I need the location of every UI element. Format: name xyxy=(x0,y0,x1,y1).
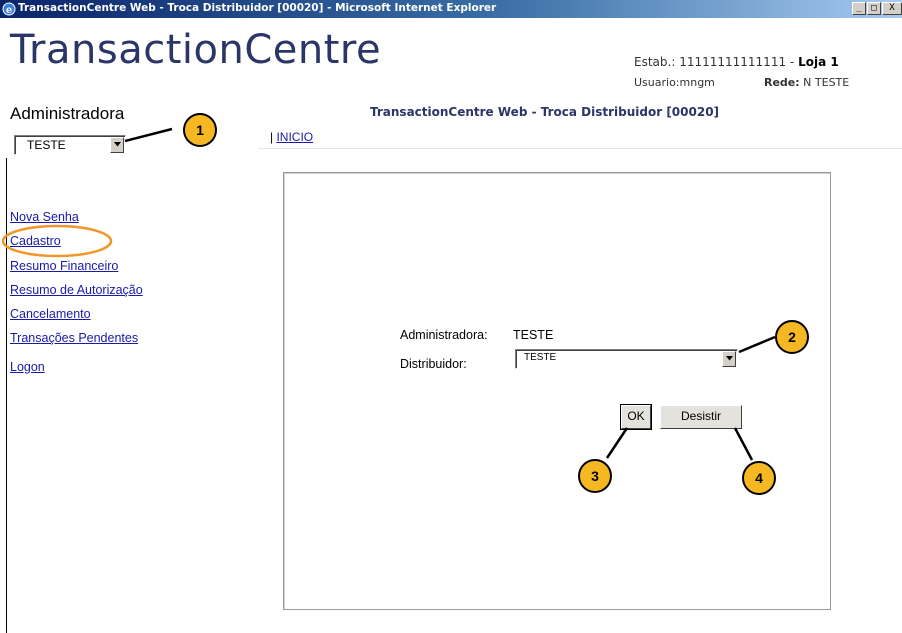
callout-3-pointer xyxy=(605,427,629,459)
callout-4: 4 xyxy=(742,461,776,495)
cadastro-highlight-ring xyxy=(1,224,113,258)
annotation-overlay xyxy=(1,127,776,461)
callout-1-pointer xyxy=(124,127,173,143)
callout-1: 1 xyxy=(183,113,217,147)
callout-2: 2 xyxy=(775,320,809,354)
callout-4-pointer xyxy=(733,427,754,461)
callout-2-pointer xyxy=(738,335,776,354)
callout-3: 3 xyxy=(578,459,612,493)
